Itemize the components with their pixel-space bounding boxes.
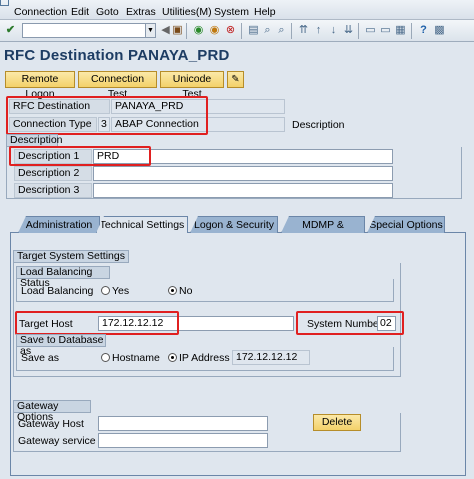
system-toolbar: ✔ ▼ ◀ ▣ ◉ ◉ ⊗ ▤ ⌕ ⌕ ⇈ ↑ ↓ ⇊ ▭ ▭ ▦ ? ▩ [0, 20, 474, 42]
customize-layout-icon[interactable]: ▩ [432, 23, 447, 38]
enter-icon[interactable]: ✔ [3, 23, 18, 38]
menu-goto[interactable]: Goto [96, 6, 119, 18]
load-balancing-yes-radio[interactable] [101, 286, 110, 295]
print-icon[interactable]: ▤ [246, 23, 261, 38]
help-icon[interactable]: ? [416, 23, 431, 38]
menu-extras[interactable]: Extras [126, 6, 156, 18]
connection-test-button[interactable]: Connection Test [78, 71, 157, 100]
menu-edit[interactable]: Edit [71, 6, 89, 18]
command-field[interactable] [22, 23, 156, 38]
save-to-database-title: Save to Database as [16, 334, 106, 357]
ip-address-radio[interactable] [168, 353, 177, 362]
menu-help[interactable]: Help [254, 6, 276, 18]
highlight-box [296, 311, 404, 335]
toolbar-separator [291, 23, 292, 39]
load-balancing-yes-label: Yes [112, 285, 130, 297]
load-balancing-no-radio[interactable] [168, 286, 177, 295]
highlight-box [6, 96, 208, 135]
hostname-label: Hostname [112, 352, 160, 364]
window-corner-icon [0, 0, 9, 6]
ip-address-value: 172.12.12.12 [232, 350, 310, 365]
first-page-icon[interactable]: ⇈ [296, 23, 311, 38]
description-3-field[interactable] [93, 183, 393, 198]
find-next-icon[interactable]: ⌕ [274, 23, 289, 38]
description-2-label: Description 2 [14, 166, 92, 181]
description-2-field[interactable] [93, 166, 393, 181]
remote-logon-button[interactable]: Remote Logon [5, 71, 75, 100]
delete-button[interactable]: Delete [313, 414, 361, 431]
previous-page-icon[interactable]: ↑ [311, 23, 326, 38]
toolbar-separator [186, 23, 187, 39]
gateway-host-label: Gateway Host [18, 418, 84, 430]
tab-special-options[interactable]: Special Options [367, 216, 445, 233]
load-balancing-label: Load Balancing [21, 285, 94, 297]
tab-technical-settings[interactable]: Technical Settings [96, 216, 188, 233]
highlight-box [9, 146, 151, 166]
description-header-label: Description [292, 119, 345, 131]
menu-bar: Connection Edit Goto Extras Utilities(M)… [0, 0, 474, 20]
command-dropdown-icon[interactable]: ▼ [145, 23, 156, 38]
exit-icon[interactable]: ◉ [207, 23, 222, 38]
menu-system[interactable]: System [214, 6, 249, 18]
toolbar-separator [358, 23, 359, 39]
hostname-radio[interactable] [101, 353, 110, 362]
save-icon[interactable]: ▣ [170, 23, 185, 38]
load-balancing-status-title: Load Balancing Status [16, 266, 110, 289]
cancel-icon[interactable]: ⊗ [223, 23, 238, 38]
toolbar-separator [241, 23, 242, 39]
layout-icon[interactable]: ▦ [393, 23, 408, 38]
gateway-host-field[interactable] [98, 416, 268, 431]
new-session-icon[interactable]: ▭ [363, 23, 378, 38]
gateway-options-title: Gateway Options [13, 400, 91, 423]
target-system-title: Target System Settings [13, 250, 129, 263]
unicode-test-button[interactable]: Unicode Test [160, 71, 224, 100]
description-3-label: Description 3 [14, 183, 92, 198]
settings-icon[interactable]: ✎ [227, 71, 244, 88]
back-icon[interactable]: ◉ [191, 23, 206, 38]
load-balancing-no-label: No [179, 285, 193, 297]
gateway-service-field[interactable] [98, 433, 268, 448]
find-icon[interactable]: ⌕ [260, 23, 275, 38]
menu-utilities[interactable]: Utilities(M) [162, 6, 212, 18]
shortcut-icon[interactable]: ▭ [378, 23, 393, 38]
last-page-icon[interactable]: ⇊ [341, 23, 356, 38]
ip-address-label: IP Address [179, 352, 230, 364]
gateway-service-label: Gateway service [18, 435, 96, 447]
toolbar-separator [411, 23, 412, 39]
tab-administration[interactable]: Administration [18, 216, 100, 233]
save-as-label: Save as [21, 352, 59, 364]
tab-mdmp-unicode[interactable]: MDMP & Unicode [281, 216, 365, 233]
page-title: RFC Destination PANAYA_PRD [4, 47, 230, 64]
menu-connection[interactable]: Connection [14, 6, 67, 18]
highlight-box [15, 311, 179, 335]
tab-logon-security[interactable]: Logon & Security [190, 216, 278, 233]
next-page-icon[interactable]: ↓ [326, 23, 341, 38]
